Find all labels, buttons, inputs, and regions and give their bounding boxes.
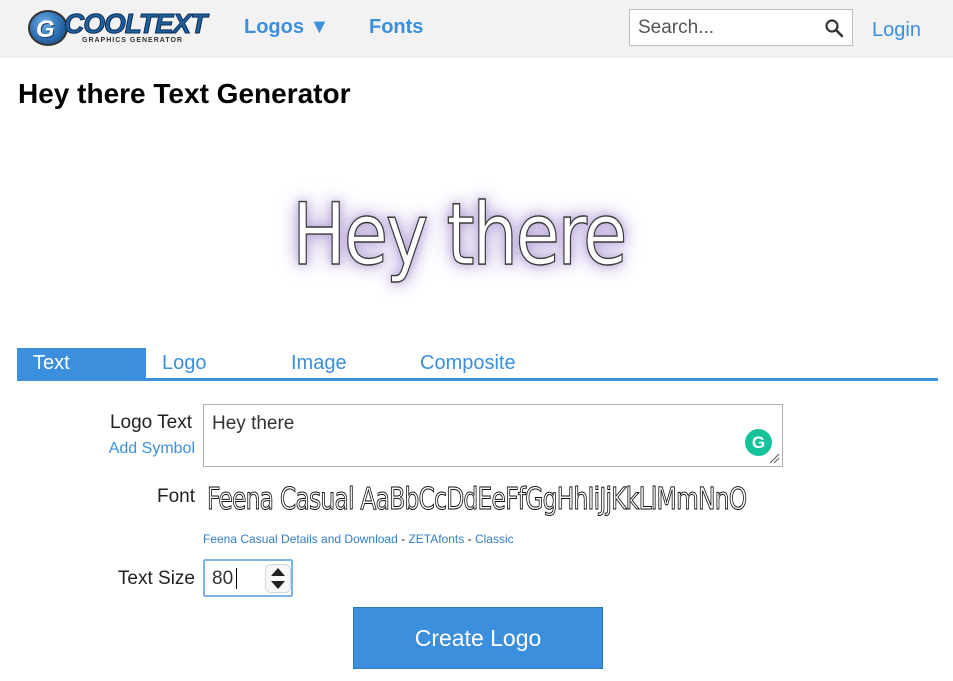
search-input[interactable] [630,10,820,45]
text-size-label: Text Size [117,568,195,589]
classic-link[interactable]: Classic [475,532,514,546]
font-preview-sample[interactable]: Feena Casual AaBbCcDdEeFfGgHhIiJjKkLlMmN… [207,478,748,522]
page-title: Hey there Text Generator [18,78,351,109]
spin-down-icon[interactable] [271,581,285,589]
editor-tabs: Text Logo Image Composite [17,348,938,381]
text-size-input[interactable]: 80 [203,559,293,597]
resize-grip-icon[interactable] [768,452,780,464]
tab-composite[interactable]: Composite [420,348,516,378]
cooltext-logo[interactable]: G COOLTEXT GRAPHICS GENERATOR [28,8,208,48]
text-size-value: 80 [212,568,234,589]
search-icon[interactable] [824,18,844,38]
number-spinner[interactable] [265,564,291,593]
create-logo-button[interactable]: Create Logo [353,607,603,669]
text-caret [236,568,237,589]
zetafonts-link[interactable]: ZETAfonts [408,532,464,546]
tab-text[interactable]: Text [17,348,146,378]
nav-fonts-link[interactable]: Fonts [369,16,423,39]
logo-text-label: Logo Text [109,412,192,433]
logo-mark-icon: G [28,10,68,46]
logo-preview-image: Hey there [272,152,682,318]
search-box [629,9,853,46]
add-symbol-link[interactable]: Add Symbol [109,440,195,458]
logo-subtitle: GRAPHICS GENERATOR [82,37,183,44]
login-link[interactable]: Login [872,19,921,42]
tab-image[interactable]: Image [291,348,347,378]
font-links: Feena Casual Details and Download - ZETA… [203,532,514,546]
nav-logos-menu[interactable]: Logos ▼ [244,16,329,39]
font-label: Font [156,486,195,507]
preview-text: Hey there [291,184,628,285]
spin-up-icon[interactable] [271,568,285,576]
logo-text-field[interactable]: Hey there [203,404,783,467]
tab-logo[interactable]: Logo [162,348,207,378]
logo-text-value: Hey there [212,413,295,434]
logo-wordmark: COOLTEXT [63,8,207,40]
top-navigation-bar: G COOLTEXT GRAPHICS GENERATOR Logos ▼ Fo… [0,0,953,58]
font-details-link[interactable]: Feena Casual Details and Download [203,532,398,546]
